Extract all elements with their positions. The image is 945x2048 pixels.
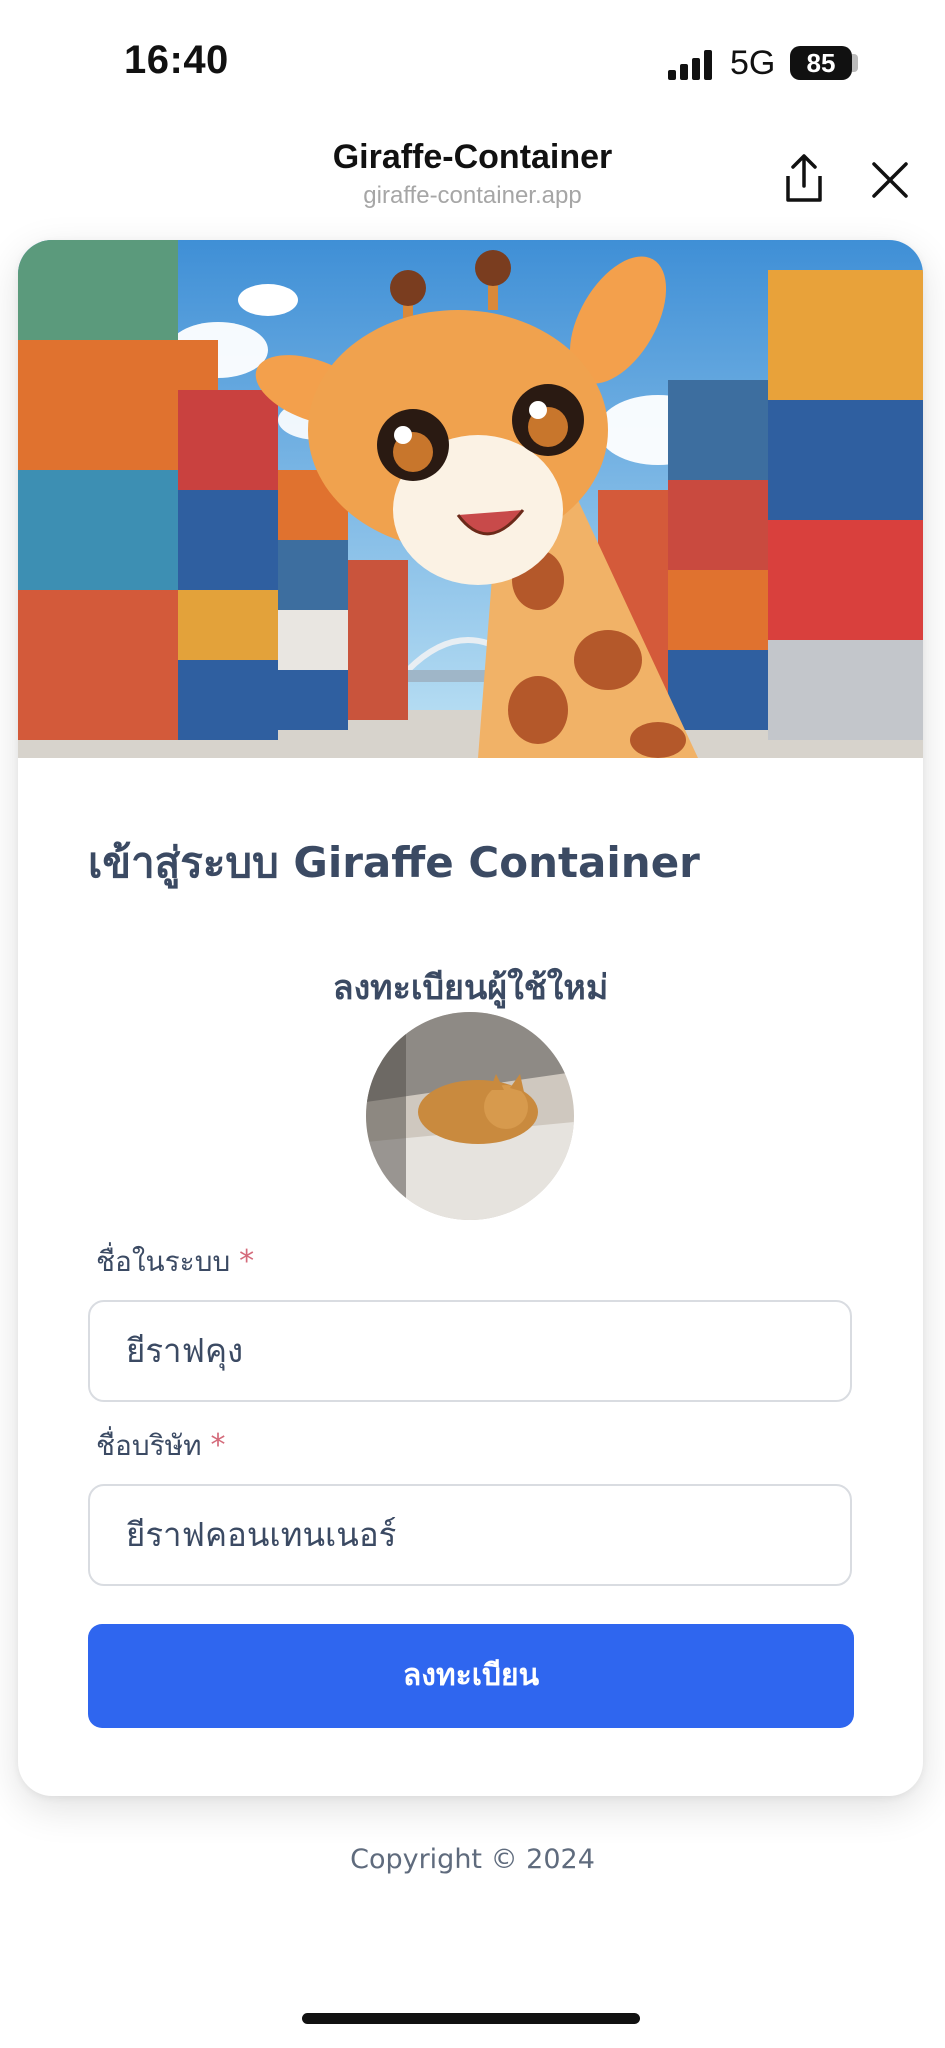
browser-header: Giraffe-Container giraffe-container.app <box>0 130 945 230</box>
battery-icon: 85 <box>790 46 852 80</box>
username-field[interactable]: ยีราฟคุง <box>88 1300 852 1402</box>
home-indicator[interactable] <box>302 2013 640 2024</box>
login-title: เข้าสู่ระบบ Giraffe Container <box>88 838 700 887</box>
network-type: 5G <box>730 44 776 82</box>
share-icon[interactable] <box>780 152 828 206</box>
battery-tip <box>852 54 858 72</box>
status-bar: 16:40 5G 85 <box>0 0 945 120</box>
register-button[interactable]: ลงทะเบียน <box>88 1624 854 1728</box>
close-icon[interactable] <box>868 158 912 202</box>
register-heading: ลงทะเบียนผู้ใช้ใหม่ <box>332 968 609 1008</box>
company-label-text: ชื่อบริษัท <box>96 1429 202 1462</box>
avatar[interactable] <box>366 1012 574 1220</box>
required-mark: * <box>239 1244 255 1279</box>
cellular-signal-icon <box>668 50 714 80</box>
username-label: ชื่อในระบบ * <box>96 1240 254 1284</box>
hero-image-giraffe-containers <box>18 240 923 758</box>
required-mark: * <box>210 1428 226 1463</box>
username-label-text: ชื่อในระบบ <box>96 1245 231 1278</box>
company-label: ชื่อบริษัท * <box>96 1424 225 1468</box>
company-field[interactable]: ยีราฟคอนเทนเนอร์ <box>88 1484 852 1586</box>
login-card: เข้าสู่ระบบ Giraffe Container ลงทะเบียนผ… <box>18 240 923 1796</box>
copyright-footer: Copyright © 2024 <box>350 1844 595 1875</box>
status-time: 16:40 <box>124 38 229 82</box>
